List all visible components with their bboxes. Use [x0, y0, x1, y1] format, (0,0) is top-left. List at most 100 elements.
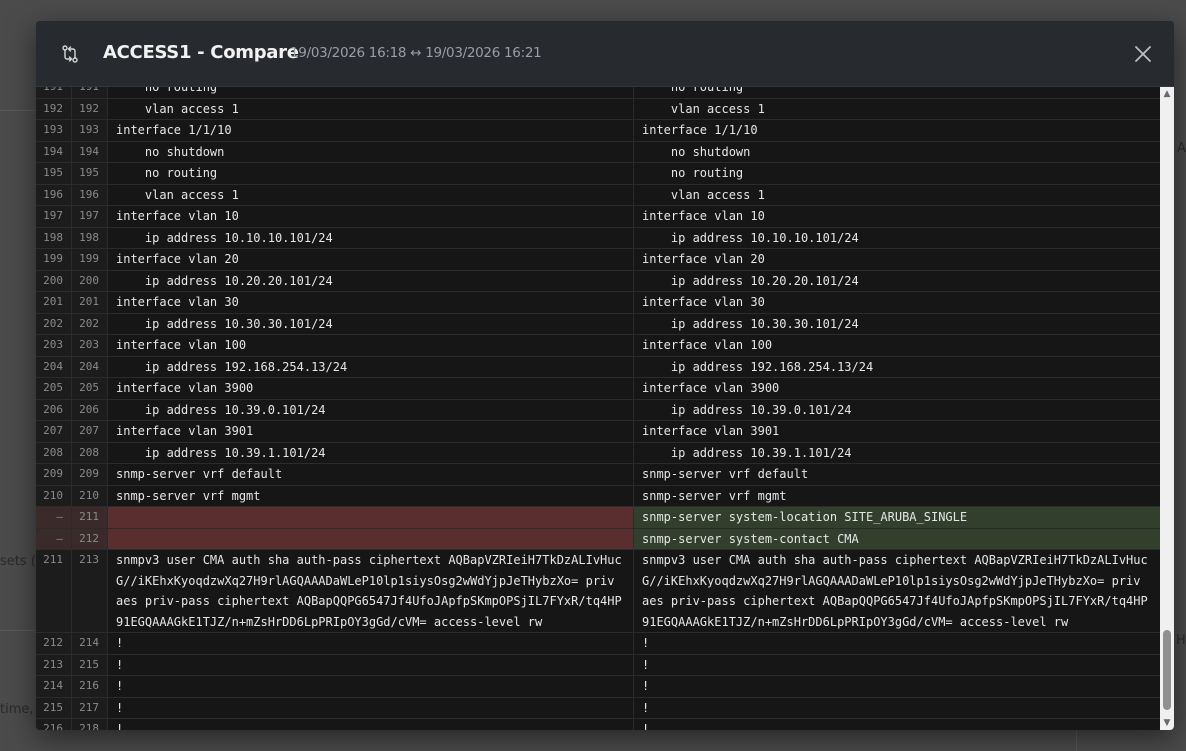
left-code: ! [108, 676, 634, 697]
vertical-scrollbar[interactable]: ▲ ▼ [1160, 87, 1174, 730]
diff-row: 210 210 snmp-server vrf mgmt snmp-server vr… [36, 485, 1160, 507]
right-line-number: 205 [72, 378, 108, 399]
diff-row-added: –211 snmp-server system-location SITE_ARU… [36, 507, 1160, 529]
diff-row: 203 203 interface vlan 100 interface vlan 1… [36, 335, 1160, 357]
left-code: ip address 10.30.30.101/24 [108, 313, 634, 334]
left-code: ip address 10.39.1.101/24 [108, 442, 634, 463]
diff-row: 213 215!! [36, 654, 1160, 676]
diff-rows: 191191 no routing no routing192192 vlan … [36, 87, 1160, 730]
left-code: interface vlan 30 [108, 292, 634, 313]
right-code: vlan access 1 [642, 187, 765, 202]
left-line-number: – [36, 507, 72, 528]
diff-row: 205 205 interface vlan 3900 interface vlan … [36, 378, 1160, 400]
left-line-number: 211 [36, 550, 72, 632]
right-line-number: 195 [72, 163, 108, 184]
right-code: ip address 10.39.0.101/24 [642, 402, 852, 417]
compare-modal: ACCESS1 - Compare 19/03/2026 16:18 ↔ 19/… [36, 21, 1174, 730]
diff-row: 207 207 interface vlan 3901 interface vlan … [36, 421, 1160, 443]
right-line-number: 212 [72, 528, 108, 549]
right-line-number: 208 [72, 442, 108, 463]
right-code: interface vlan 30 [642, 295, 765, 309]
diff-row: 191191 no routing no routing [36, 87, 1160, 99]
right-line-number: 216 [72, 676, 108, 697]
left-line-number: 193 [36, 120, 72, 141]
left-code: ! [108, 697, 634, 718]
background-text: H [1176, 633, 1186, 648]
diff-row: 202 202 ip address 10.30.30.101/24 ip add… [36, 313, 1160, 335]
diff-row: 198 198 ip address 10.10.10.101/24 ip add… [36, 227, 1160, 249]
left-line-number: 214 [36, 676, 72, 697]
background-text: A [1177, 141, 1186, 156]
right-line-number: 193 [72, 120, 108, 141]
left-code: interface vlan 10 [108, 206, 634, 227]
left-line-number: 194 [36, 141, 72, 162]
left-line-number: 197 [36, 206, 72, 227]
right-code: ! [642, 700, 650, 715]
right-code: ! [642, 722, 650, 730]
left-line-number: – [36, 528, 72, 549]
scrollbar-thumb[interactable] [1163, 630, 1171, 710]
right-line-number: 200 [72, 270, 108, 291]
left-code: ! [108, 654, 634, 675]
right-line-number: 196 [72, 184, 108, 205]
left-line-number: 198 [36, 227, 72, 248]
right-line-number: 214 [72, 633, 108, 654]
left-code: ip address 10.10.10.101/24 [108, 227, 634, 248]
left-line-number: 216 [36, 719, 72, 730]
right-line-number: 198 [72, 227, 108, 248]
right-line-number: 192 [72, 98, 108, 119]
right-line-number: 218 [72, 719, 108, 730]
left-line-number: 210 [36, 485, 72, 506]
diff-row: 214 216!! [36, 676, 1160, 698]
left-line-number: 215 [36, 697, 72, 718]
left-line-number: 201 [36, 292, 72, 313]
diff-view[interactable]: 191191 no routing no routing192192 vlan … [36, 87, 1160, 730]
right-line-number: 206 [72, 399, 108, 420]
right-line-number: 207 [72, 421, 108, 442]
modal-title: ACCESS1 - Compare [103, 42, 299, 63]
left-line-number: 209 [36, 464, 72, 485]
diff-row: 199 199 interface vlan 20 interface vlan 20 [36, 249, 1160, 271]
left-line-number: 196 [36, 184, 72, 205]
right-line-number: 194 [72, 141, 108, 162]
git-compare-icon [60, 44, 80, 64]
right-line-number: 215 [72, 654, 108, 675]
diff-row: 196 196 vlan access 1 vlan access 1 [36, 184, 1160, 206]
right-line-number: 203 [72, 335, 108, 356]
close-icon[interactable] [1132, 43, 1154, 65]
left-code [108, 507, 634, 528]
divider [0, 630, 36, 631]
left-code: vlan access 1 [108, 98, 634, 119]
diff-row: 204 204 ip address 192.168.254.13/24 ip a… [36, 356, 1160, 378]
diff-row: 192 192 vlan access 1 vlan access 1 [36, 98, 1160, 120]
right-code: interface vlan 10 [642, 209, 765, 223]
right-code: ! [642, 679, 650, 693]
left-code: snmp-server vrf mgmt [108, 485, 634, 506]
right-line-number: 197 [72, 206, 108, 227]
right-code: interface vlan 3900 [642, 381, 780, 395]
background-text: sets ( [0, 554, 36, 569]
scroll-up-icon[interactable]: ▲ [1160, 87, 1174, 101]
left-code: interface vlan 3901 [108, 421, 634, 442]
left-code: snmp-server vrf default [108, 464, 634, 485]
right-line-number: 204 [72, 356, 108, 377]
diff-row: 206 206 ip address 10.39.0.101/24 ip addr… [36, 399, 1160, 421]
left-line-number: 202 [36, 313, 72, 334]
diff-row: 194 194 no shutdown no shutdown [36, 141, 1160, 163]
right-code: ! [642, 636, 650, 650]
diff-row: 197 197 interface vlan 10 interface vlan 10 [36, 206, 1160, 228]
right-code: ! [642, 657, 650, 672]
left-line-number: 200 [36, 270, 72, 291]
left-code: ! [108, 633, 634, 654]
right-code: interface vlan 100 [642, 338, 773, 352]
right-code: snmpv3 user CMA auth sha auth-pass ciphe… [642, 553, 1148, 629]
left-code: snmpv3 user CMA auth sha auth-pass ciphe… [108, 550, 634, 632]
right-code: ip address 192.168.254.13/24 [642, 359, 874, 374]
left-code: interface vlan 100 [108, 335, 634, 356]
left-line-number: 199 [36, 249, 72, 270]
right-line-number: 201 [72, 292, 108, 313]
right-code: no routing [642, 87, 744, 94]
scroll-down-icon[interactable]: ▼ [1160, 716, 1174, 730]
right-code: ip address 10.20.20.101/24 [642, 273, 859, 288]
diff-row: 208 208 ip address 10.39.1.101/24 ip addr… [36, 442, 1160, 464]
